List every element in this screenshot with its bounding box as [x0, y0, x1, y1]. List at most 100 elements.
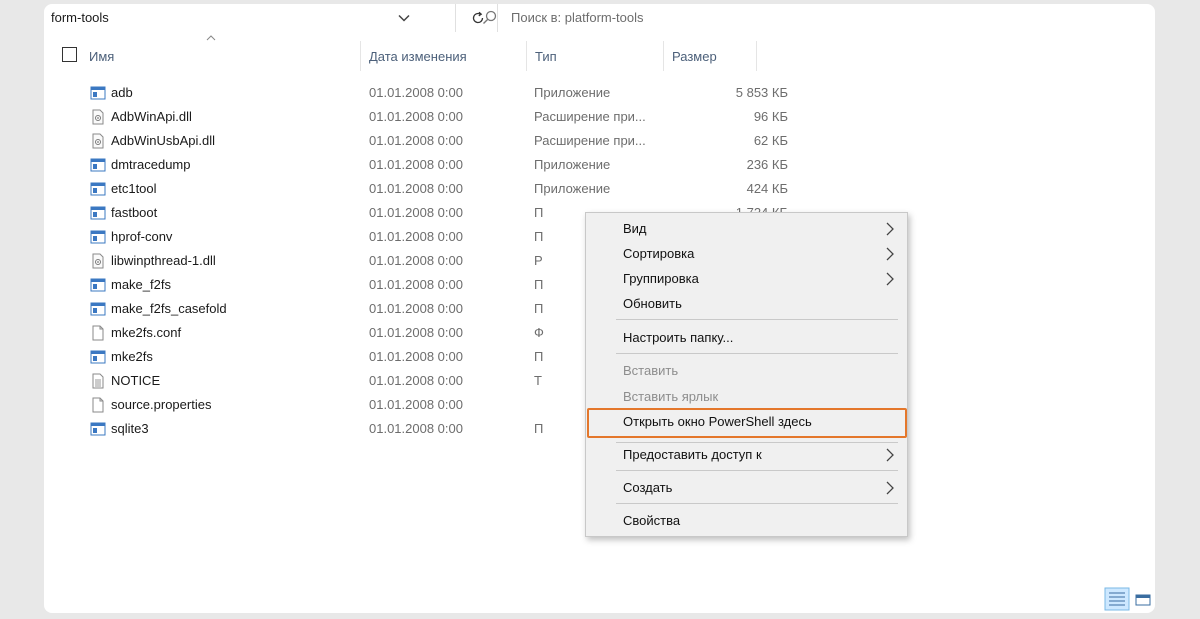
- chevron-right-icon: [886, 247, 894, 261]
- search-icon: [483, 10, 497, 25]
- file-name: libwinpthread-1.dll: [111, 253, 216, 268]
- file-name: dmtracedump: [111, 157, 191, 172]
- menu-separator: [616, 353, 898, 354]
- column-header-size[interactable]: Размер: [664, 41, 757, 71]
- address-path: form-tools: [51, 10, 109, 25]
- file-date: 01.01.2008 0:00: [369, 181, 463, 196]
- file-icon: [90, 325, 106, 341]
- file-date: 01.01.2008 0:00: [369, 301, 463, 316]
- column-type-label: Тип: [535, 48, 557, 64]
- search-input[interactable]: Поиск в: platform-tools: [511, 10, 644, 25]
- chevron-right-icon: [886, 272, 894, 286]
- app-icon: [90, 205, 106, 221]
- menu-separator: [616, 470, 898, 471]
- file-row[interactable]: dmtracedump 01.01.2008 0:00 Приложение 236 …: [84, 153, 788, 177]
- address-bar[interactable]: form-tools: [44, 4, 456, 32]
- menu-item-share[interactable]: Предоставить доступ к: [586, 443, 907, 467]
- dll-icon: [90, 109, 106, 125]
- file-type: Приложение: [534, 181, 611, 196]
- file-name: hprof-conv: [111, 229, 173, 244]
- file-name: mke2fs: [111, 349, 153, 364]
- file-type: Р: [534, 253, 543, 268]
- column-header-type[interactable]: Тип: [527, 41, 664, 71]
- file-name: source.properties: [111, 397, 212, 412]
- file-date: 01.01.2008 0:00: [369, 373, 463, 388]
- context-menu: Вид Сортировка Группировка Обновить Наст…: [585, 212, 908, 537]
- file-date: 01.01.2008 0:00: [369, 397, 463, 412]
- chevron-down-icon[interactable]: [397, 11, 411, 25]
- file-date: 01.01.2008 0:00: [369, 133, 463, 148]
- menu-separator: [616, 503, 898, 504]
- file-date: 01.01.2008 0:00: [369, 205, 463, 220]
- file-type: Расширение при...: [534, 133, 646, 148]
- explorer-window: form-tools Поиск в: platform-tools Имя Д…: [44, 4, 1155, 613]
- menu-item-refresh[interactable]: Обновить: [586, 292, 907, 316]
- file-type: П: [534, 301, 544, 316]
- file-date: 01.01.2008 0:00: [369, 85, 463, 100]
- file-name: mke2fs.conf: [111, 325, 182, 340]
- app-icon: [90, 301, 106, 317]
- column-date-label: Дата изменения: [369, 48, 467, 64]
- file-name: sqlite3: [111, 421, 149, 436]
- select-all-checkbox[interactable]: [62, 47, 77, 62]
- file-date: 01.01.2008 0:00: [369, 109, 463, 124]
- dll-icon: [90, 133, 106, 149]
- column-header-name[interactable]: Имя: [81, 41, 361, 71]
- menu-item-customize-folder[interactable]: Настроить папку...: [586, 326, 907, 350]
- file-date: 01.01.2008 0:00: [369, 157, 463, 172]
- file-size: 236 КБ: [746, 157, 788, 172]
- file-name: make_f2fs: [111, 277, 171, 292]
- file-name: fastboot: [111, 205, 158, 220]
- menu-item-sort[interactable]: Сортировка: [586, 242, 907, 266]
- text-file-icon: [90, 373, 106, 389]
- menu-item-group[interactable]: Группировка: [586, 267, 907, 291]
- file-type: П: [534, 421, 544, 436]
- menu-separator: [616, 319, 898, 320]
- file-name: make_f2fs_casefold: [111, 301, 227, 316]
- chevron-right-icon: [886, 448, 894, 462]
- search-box[interactable]: Поиск в: platform-tools: [464, 4, 1154, 32]
- app-icon: [90, 85, 106, 101]
- column-size-label: Размер: [672, 48, 717, 64]
- chevron-right-icon: [886, 481, 894, 495]
- file-name: adb: [111, 85, 133, 100]
- file-type: Приложение: [534, 157, 611, 172]
- chevron-right-icon: [886, 222, 894, 236]
- file-date: 01.01.2008 0:00: [369, 229, 463, 244]
- file-name: AdbWinUsbApi.dll: [111, 133, 216, 148]
- menu-item-create[interactable]: Создать: [586, 476, 907, 500]
- file-row[interactable]: etc1tool 01.01.2008 0:00 Приложение 424 КБ: [84, 177, 788, 201]
- file-row[interactable]: AdbWinUsbApi.dll 01.01.2008 0:00 Расширени…: [84, 129, 788, 153]
- column-header-date[interactable]: Дата изменения: [361, 41, 527, 71]
- file-size: 62 КБ: [753, 133, 788, 148]
- file-type: Ф: [534, 325, 544, 340]
- file-type: Приложение: [534, 85, 611, 100]
- file-size: 424 КБ: [746, 181, 788, 196]
- column-name-label: Имя: [89, 48, 115, 64]
- file-row[interactable]: AdbWinApi.dll 01.01.2008 0:00 Расширение п…: [84, 105, 788, 129]
- menu-item-view[interactable]: Вид: [586, 217, 907, 241]
- app-icon: [90, 349, 106, 365]
- dll-icon: [90, 253, 106, 269]
- file-type: П: [534, 277, 544, 292]
- app-icon: [90, 157, 106, 173]
- file-date: 01.01.2008 0:00: [369, 253, 463, 268]
- app-icon: [90, 229, 106, 245]
- file-type: П: [534, 229, 544, 244]
- file-type: П: [534, 205, 544, 220]
- file-row[interactable]: adb 01.01.2008 0:00 Приложение 5 853 КБ: [84, 81, 788, 105]
- file-date: 01.01.2008 0:00: [369, 325, 463, 340]
- view-toggle-icons[interactable]: [1104, 587, 1154, 611]
- file-type: Расширение при...: [534, 109, 646, 124]
- file-type: П: [534, 349, 544, 364]
- app-icon: [90, 181, 106, 197]
- file-name: NOTICE: [111, 373, 161, 388]
- menu-item-paste[interactable]: Вставить: [586, 359, 907, 383]
- menu-item-properties[interactable]: Свойства: [586, 509, 907, 533]
- file-name: etc1tool: [111, 181, 157, 196]
- highlight-frame: [587, 408, 907, 438]
- file-date: 01.01.2008 0:00: [369, 421, 463, 436]
- file-type: Т: [534, 373, 542, 388]
- sort-ascending-icon: [206, 35, 216, 41]
- menu-item-paste-shortcut[interactable]: Вставить ярлык: [586, 385, 907, 409]
